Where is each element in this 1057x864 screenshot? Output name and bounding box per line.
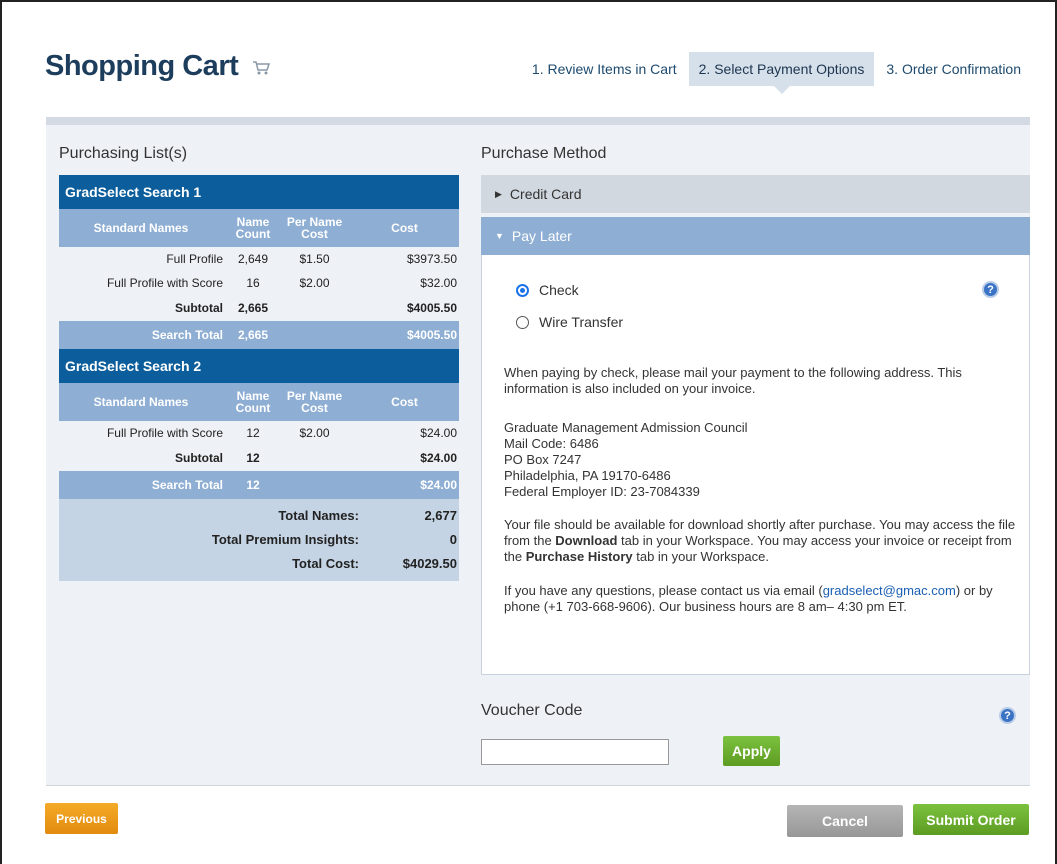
subtotal-row: Subtotal 12 $24.00 — [59, 445, 459, 471]
total-value: $4029.50 — [402, 555, 457, 571]
submit-order-button[interactable]: Submit Order — [913, 804, 1029, 835]
table-row: Full Profile with Score 16 $2.00 $32.00 — [59, 271, 459, 295]
check-instructions: When paying by check, please mail your p… — [504, 365, 962, 396]
cart-icon — [252, 51, 270, 84]
subtotal-cost: $24.00 — [420, 451, 457, 465]
mailing-address: Graduate Management Admission Council Ma… — [504, 420, 1024, 500]
total-value: 0 — [449, 531, 457, 547]
radio-label: Wire Transfer — [539, 314, 624, 330]
address-line: Graduate Management Admission Council — [504, 420, 748, 435]
col-name-count: Name Count — [235, 215, 271, 241]
row-per-cost: $1.50 — [299, 252, 330, 266]
cart-panel: Purchasing List(s) GradSelect Search 1 S… — [46, 117, 1030, 786]
radio-check[interactable]: Check — [516, 282, 579, 298]
search-total-row: Search Total 2,665 $4005.50 — [59, 321, 459, 349]
subtotal-cost: $4005.50 — [406, 301, 457, 315]
search-1-header: GradSelect Search 1 — [59, 175, 459, 209]
download-info: Your file should be available for downlo… — [504, 517, 1016, 564]
row-cost: $3973.50 — [406, 252, 457, 266]
subtotal-label: Subtotal — [175, 301, 223, 315]
step-review-items[interactable]: 1. Review Items in Cart — [522, 52, 687, 86]
row-count: 16 — [246, 276, 260, 290]
col-cost: Cost — [391, 395, 418, 409]
total-label: Total Premium Insights: — [211, 531, 359, 547]
row-per-cost: $2.00 — [299, 426, 330, 440]
col-name-count: Name Count — [235, 389, 271, 415]
pay-later-accordion[interactable]: ▼ Pay Later — [481, 217, 1030, 255]
radio-wire-transfer[interactable]: Wire Transfer — [516, 314, 623, 330]
page-title: Shopping Cart — [45, 50, 270, 84]
search-total-row: Search Total 12 $24.00 — [59, 471, 459, 499]
row-name: Full Profile — [166, 252, 223, 266]
row-count: 2,649 — [237, 252, 269, 266]
total-names-row: Total Names: 2,677 — [59, 503, 459, 527]
grand-totals: Total Names: 2,677 Total Premium Insight… — [59, 499, 459, 581]
row-per-cost: $2.00 — [299, 276, 330, 290]
search-total-label: Search Total — [151, 478, 223, 492]
search-total-label: Search Total — [151, 328, 223, 342]
table-row: Full Profile with Score 12 $2.00 $24.00 — [59, 421, 459, 445]
voucher-help-icon[interactable]: ? — [999, 707, 1016, 724]
col-per-name-cost: Per Name Cost — [286, 389, 343, 415]
address-line: Mail Code: 6486 — [504, 436, 599, 451]
step-select-payment[interactable]: 2. Select Payment Options — [688, 52, 875, 94]
col-per-name-cost: Per Name Cost — [286, 215, 343, 241]
email-link[interactable]: gradselect@gmac.com — [823, 583, 956, 598]
contact-info: If you have any questions, please contac… — [504, 583, 993, 614]
radio-label: Check — [539, 282, 579, 298]
purchase-method-label: Purchase Method — [481, 145, 607, 162]
voucher-input[interactable] — [481, 739, 669, 765]
radio-button[interactable] — [516, 315, 529, 329]
col-standard-names: Standard Names — [93, 221, 189, 235]
step-order-confirmation[interactable]: 3. Order Confirmation — [876, 52, 1031, 86]
subtotal-count: 2,665 — [237, 301, 269, 315]
search-total-cost: $24.00 — [420, 478, 457, 492]
search-total-cost: $4005.50 — [406, 328, 457, 342]
row-cost: $24.00 — [420, 426, 457, 440]
address-line: PO Box 7247 — [504, 452, 582, 467]
credit-card-accordion[interactable]: ▶ Credit Card — [481, 175, 1030, 213]
search-total-count: 2,665 — [237, 328, 269, 342]
pay-later-body: Check ? Wire Transfer When paying by che… — [481, 255, 1030, 675]
triangle-right-icon: ▶ — [495, 188, 502, 199]
total-label: Total Cost: — [292, 555, 359, 571]
subtotal-label: Subtotal — [175, 451, 223, 465]
col-standard-names: Standard Names — [93, 395, 189, 409]
subtotal-count: 12 — [246, 451, 260, 465]
total-label: Total Names: — [278, 507, 359, 523]
cancel-button[interactable]: Cancel — [787, 805, 903, 837]
radio-button[interactable] — [516, 283, 529, 297]
total-cost-row: Total Cost: $4029.50 — [59, 551, 459, 575]
voucher-label: Voucher Code — [481, 702, 583, 719]
purchasing-label: Purchasing List(s) — [59, 145, 188, 162]
pay-later-label: Pay Later — [511, 228, 572, 244]
row-cost: $32.00 — [420, 276, 457, 290]
help-icon[interactable]: ? — [982, 281, 999, 298]
total-premium-row: Total Premium Insights: 0 — [59, 527, 459, 551]
checkout-steps: 1. Review Items in Cart 2. Select Paymen… — [520, 52, 1031, 94]
col-cost: Cost — [391, 221, 418, 235]
search-total-count: 12 — [246, 478, 260, 492]
purchasing-lists: Purchasing List(s) GradSelect Search 1 S… — [59, 125, 459, 581]
row-name: Full Profile with Score — [106, 276, 223, 290]
column-headers: Standard Names Name Count Per Name Cost … — [59, 209, 459, 247]
address-line: Federal Employer ID: 23-7084339 — [504, 484, 700, 499]
subtotal-row: Subtotal 2,665 $4005.50 — [59, 295, 459, 321]
total-value: 2,677 — [424, 507, 457, 523]
row-count: 12 — [246, 426, 260, 440]
credit-card-label: Credit Card — [509, 186, 582, 202]
table-row: Full Profile 2,649 $1.50 $3973.50 — [59, 247, 459, 271]
column-headers: Standard Names Name Count Per Name Cost … — [59, 383, 459, 421]
apply-button[interactable]: Apply — [723, 736, 780, 766]
purchase-method: Purchase Method ▶ Credit Card ▼ Pay Late… — [481, 125, 1030, 766]
search-2-header: GradSelect Search 2 — [59, 349, 459, 383]
address-line: Philadelphia, PA 19170-6486 — [504, 468, 671, 483]
previous-button[interactable]: Previous — [45, 803, 118, 834]
row-name: Full Profile with Score — [106, 426, 223, 440]
triangle-down-icon: ▼ — [495, 231, 504, 241]
